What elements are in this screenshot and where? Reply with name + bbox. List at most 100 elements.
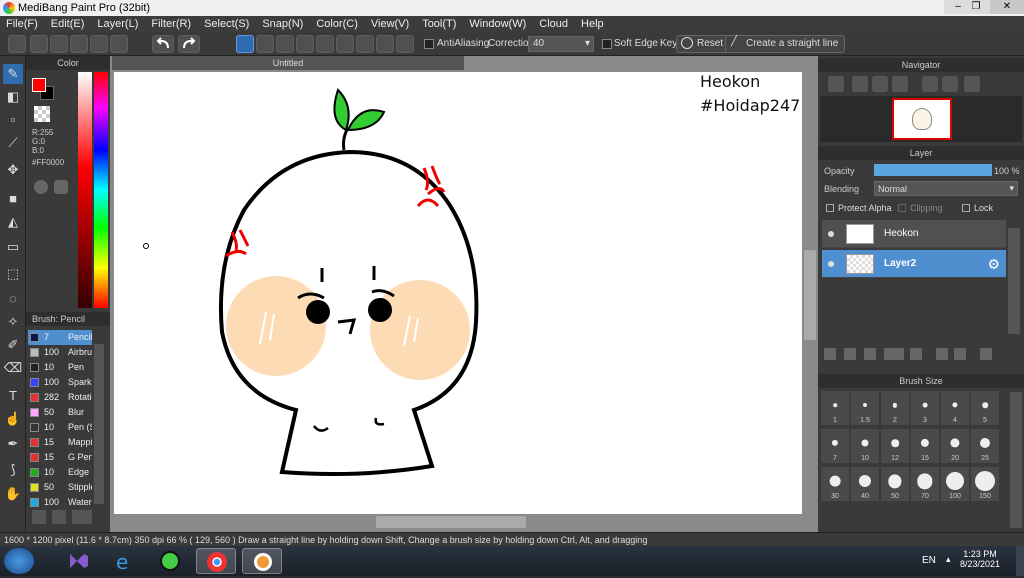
brush-size-cell[interactable]: 1 <box>820 390 850 426</box>
reset-button[interactable]: Reset <box>676 35 731 53</box>
maximize-button[interactable]: ❐ <box>962 0 990 14</box>
brush-size-cell[interactable]: 150 <box>970 466 1000 502</box>
message-icon[interactable] <box>70 35 88 53</box>
menu-layer[interactable]: Layer(L) <box>97 18 138 30</box>
brush-size-cell[interactable]: 25 <box>970 428 1000 464</box>
parallel-snap-icon[interactable] <box>256 35 274 53</box>
grid-snap-icon[interactable] <box>276 35 294 53</box>
new-brush-icon[interactable] <box>52 510 66 524</box>
brush-list-item[interactable]: 50 Blur <box>28 405 92 420</box>
brush-size-cell[interactable]: 70 <box>910 466 940 502</box>
layer-row-heokon[interactable]: Heokon <box>822 220 1006 248</box>
operation-tool-icon[interactable]: ☝ <box>3 409 23 429</box>
menu-color[interactable]: Color(C) <box>316 18 358 30</box>
new-8bit-layer-icon[interactable] <box>864 348 876 360</box>
canvas-vertical-scrollbar[interactable] <box>804 250 816 340</box>
hand-tool-icon[interactable]: ✋ <box>3 484 23 504</box>
gear-icon[interactable] <box>396 35 414 53</box>
antialias-checkbox[interactable] <box>424 39 434 49</box>
merge-down-icon[interactable] <box>954 348 966 360</box>
start-button[interactable] <box>4 548 34 574</box>
brush-tool-icon[interactable]: ✎ <box>3 64 23 84</box>
fill-tool-icon[interactable]: ◭ <box>3 212 23 232</box>
brush-size-cell[interactable]: 12 <box>880 428 910 464</box>
brush-list-item[interactable]: 100 Watercolor <box>28 495 92 510</box>
delete-layer-icon[interactable] <box>980 348 992 360</box>
menu-file[interactable]: File(F) <box>6 18 38 30</box>
lock-checkbox[interactable] <box>962 204 970 212</box>
foreground-color-swatch[interactable] <box>32 78 46 92</box>
new-halftone-layer-icon[interactable] <box>844 348 856 360</box>
clock[interactable]: 1:23 PM 8/23/2021 <box>960 549 1000 569</box>
chrome-icon[interactable] <box>196 548 236 574</box>
duplicate-layer-icon[interactable] <box>936 348 948 360</box>
visual-studio-icon[interactable] <box>58 548 98 574</box>
perspective-icon[interactable] <box>376 35 394 53</box>
menu-edit[interactable]: Edit(E) <box>51 18 85 30</box>
brush-size-scrollbar[interactable] <box>1010 392 1022 528</box>
share-icon[interactable] <box>30 35 48 53</box>
zoom-out-icon[interactable] <box>892 76 908 92</box>
opacity-slider[interactable] <box>874 164 992 176</box>
move-tool-icon[interactable]: ✥ <box>3 160 23 180</box>
add-layer-menu-icon[interactable] <box>884 348 904 360</box>
text-tool-icon[interactable]: T <box>3 386 23 406</box>
clipping-checkbox[interactable] <box>898 204 906 212</box>
brush-size-cell[interactable]: 2 <box>880 390 910 426</box>
line-tool-icon[interactable]: ⟋ <box>3 133 23 153</box>
chevron-up-icon[interactable]: ▴ <box>946 554 951 565</box>
canvas-horizontal-scrollbar[interactable] <box>376 516 526 528</box>
menu-select[interactable]: Select(S) <box>204 18 249 30</box>
coc-coc-browser-icon[interactable] <box>150 548 190 574</box>
menu-filter[interactable]: Filter(R) <box>151 18 191 30</box>
medibang-icon[interactable] <box>242 548 282 574</box>
navigator-viewport[interactable] <box>892 98 952 140</box>
brush-size-cell[interactable]: 100 <box>940 466 970 502</box>
brush-list-item[interactable]: 10 Pen (S) <box>28 420 92 435</box>
menu-help[interactable]: Help <box>581 18 604 30</box>
brush-list-item[interactable]: 282 Rotation <box>28 390 92 405</box>
show-desktop-button[interactable] <box>1016 546 1024 576</box>
correction-select[interactable]: 40 ▾ <box>528 36 594 52</box>
cloud-icon[interactable] <box>8 35 26 53</box>
brush-size-cell[interactable]: 10 <box>850 428 880 464</box>
brush-size-cell[interactable]: 40 <box>850 466 880 502</box>
gear-icon[interactable]: ⚙ <box>987 256 1000 273</box>
menu-view[interactable]: View(V) <box>371 18 409 30</box>
document-icon[interactable] <box>90 35 108 53</box>
brush-menu-icon[interactable] <box>72 510 92 524</box>
blending-select[interactable]: Normal ▾ <box>874 181 1018 196</box>
language-indicator[interactable]: EN <box>922 555 936 566</box>
brush-size-cell[interactable]: 30 <box>820 466 850 502</box>
brush-list-item[interactable]: 15 G Pen <box>28 450 92 465</box>
brush-list-item[interactable]: 10 Pen <box>28 360 92 375</box>
brush-list-item[interactable]: 100 Sparkle <box>28 375 92 390</box>
brush-size-cell[interactable]: 20 <box>940 428 970 464</box>
circle-snap-icon[interactable] <box>336 35 354 53</box>
zoom-fit-icon[interactable] <box>828 76 844 92</box>
rotate-right-icon[interactable] <box>964 76 980 92</box>
curve-snap-icon[interactable] <box>356 35 374 53</box>
brush-size-cell[interactable]: 1.5 <box>850 390 880 426</box>
redo-icon[interactable] <box>178 35 200 53</box>
menu-tool[interactable]: Tool(T) <box>422 18 456 30</box>
hue-slider[interactable] <box>94 72 108 308</box>
brush-list-item[interactable]: 7 Pencil <box>28 330 92 345</box>
select-eraser-icon[interactable]: ⌫ <box>3 358 23 378</box>
palette-icon[interactable] <box>34 180 48 194</box>
visibility-icon[interactable] <box>828 231 834 237</box>
close-button[interactable]: ✕ <box>990 0 1024 14</box>
undo-icon[interactable] <box>152 35 174 53</box>
brightness-slider[interactable] <box>78 72 92 308</box>
rotate-left-icon[interactable] <box>922 76 938 92</box>
comment-icon[interactable] <box>50 35 68 53</box>
fullscreen-icon[interactable] <box>872 76 888 92</box>
brush-size-cell[interactable]: 15 <box>910 428 940 464</box>
layers-icon[interactable] <box>110 35 128 53</box>
brush-size-cell[interactable]: 3 <box>910 390 940 426</box>
brush-size-cell[interactable]: 50 <box>880 466 910 502</box>
brush-list-item[interactable]: 50 Stipple <box>28 480 92 495</box>
folder-icon[interactable] <box>910 348 922 360</box>
layer-row-layer2[interactable]: Layer2 ⚙ <box>822 250 1006 278</box>
internet-explorer-icon[interactable]: e <box>104 548 144 574</box>
